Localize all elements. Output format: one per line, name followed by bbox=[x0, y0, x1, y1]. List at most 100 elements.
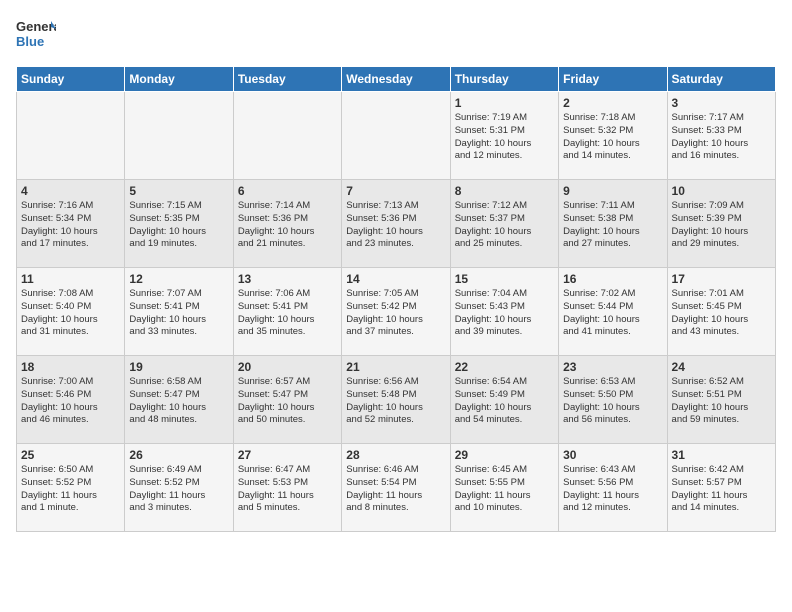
day-number: 29 bbox=[455, 448, 554, 462]
day-info: Sunrise: 6:56 AM Sunset: 5:48 PM Dayligh… bbox=[346, 376, 445, 427]
calendar-table: SundayMondayTuesdayWednesdayThursdayFrid… bbox=[16, 66, 776, 532]
calendar-cell: 15Sunrise: 7:04 AM Sunset: 5:43 PM Dayli… bbox=[450, 268, 558, 356]
day-number: 5 bbox=[129, 184, 228, 198]
day-info: Sunrise: 6:49 AM Sunset: 5:52 PM Dayligh… bbox=[129, 464, 228, 515]
day-number: 26 bbox=[129, 448, 228, 462]
weekday-header-tuesday: Tuesday bbox=[233, 67, 341, 92]
calendar-cell: 24 Sunrise: 6:52 AM Sunset: 5:51 PM Dayli… bbox=[667, 356, 775, 444]
calendar-cell bbox=[125, 92, 233, 180]
day-number: 18 bbox=[21, 360, 120, 374]
calendar-cell: 5 Sunrise: 7:15 AM Sunset: 5:35 PM Daylig… bbox=[125, 180, 233, 268]
day-number: 11 bbox=[21, 272, 120, 286]
calendar-cell bbox=[17, 92, 125, 180]
day-number: 10 bbox=[672, 184, 771, 198]
calendar-cell: 11 Sunrise: 7:08 AM Sunset: 5:40 PM Dayli… bbox=[17, 268, 125, 356]
calendar-cell: 9 Sunrise: 7:11 AM Sunset: 5:38 PM Daylig… bbox=[559, 180, 667, 268]
day-info: Sunrise: 7:12 AM Sunset: 5:37 PM Dayligh… bbox=[455, 200, 554, 251]
day-number: 14 bbox=[346, 272, 445, 286]
calendar-cell: 16 Sunrise: 7:02 AM Sunset: 5:44 PM Dayli… bbox=[559, 268, 667, 356]
day-info: Sunrise: 6:45 AM Sunset: 5:55 PM Dayligh… bbox=[455, 464, 554, 515]
calendar-cell: 25 Sunrise: 6:50 AM Sunset: 5:52 PM Dayli… bbox=[17, 444, 125, 532]
day-number: 3 bbox=[672, 96, 771, 110]
day-info: Sunrise: 6:47 AM Sunset: 5:53 PM Dayligh… bbox=[238, 464, 337, 515]
day-number: 13 bbox=[238, 272, 337, 286]
day-number: 8 bbox=[455, 184, 554, 198]
calendar-cell: 26 Sunrise: 6:49 AM Sunset: 5:52 PM Dayli… bbox=[125, 444, 233, 532]
calendar-week-1: 1Sunrise: 7:19 AM Sunset: 5:31 PM Daylig… bbox=[17, 92, 776, 180]
day-info: Sunrise: 7:07 AM Sunset: 5:41 PM Dayligh… bbox=[129, 288, 228, 339]
calendar-cell: 19Sunrise: 6:58 AM Sunset: 5:47 PM Dayli… bbox=[125, 356, 233, 444]
day-info: Sunrise: 6:57 AM Sunset: 5:47 PM Dayligh… bbox=[238, 376, 337, 427]
day-number: 24 bbox=[672, 360, 771, 374]
weekday-header-friday: Friday bbox=[559, 67, 667, 92]
day-info: Sunrise: 7:02 AM Sunset: 5:44 PM Dayligh… bbox=[563, 288, 662, 339]
day-info: Sunrise: 7:17 AM Sunset: 5:33 PM Dayligh… bbox=[672, 112, 771, 163]
day-number: 17 bbox=[672, 272, 771, 286]
calendar-cell: 23Sunrise: 6:53 AM Sunset: 5:50 PM Dayli… bbox=[559, 356, 667, 444]
weekday-header-thursday: Thursday bbox=[450, 67, 558, 92]
calendar-cell: 12 Sunrise: 7:07 AM Sunset: 5:41 PM Dayli… bbox=[125, 268, 233, 356]
calendar-cell bbox=[342, 92, 450, 180]
day-number: 2 bbox=[563, 96, 662, 110]
calendar-cell: 4 Sunrise: 7:16 AM Sunset: 5:34 PM Daylig… bbox=[17, 180, 125, 268]
day-info: Sunrise: 7:14 AM Sunset: 5:36 PM Dayligh… bbox=[238, 200, 337, 251]
day-info: Sunrise: 7:00 AM Sunset: 5:46 PM Dayligh… bbox=[21, 376, 120, 427]
calendar-week-5: 25 Sunrise: 6:50 AM Sunset: 5:52 PM Dayli… bbox=[17, 444, 776, 532]
page-header: General Blue bbox=[16, 16, 776, 56]
weekday-header-saturday: Saturday bbox=[667, 67, 775, 92]
calendar-week-2: 4 Sunrise: 7:16 AM Sunset: 5:34 PM Daylig… bbox=[17, 180, 776, 268]
day-info: Sunrise: 7:08 AM Sunset: 5:40 PM Dayligh… bbox=[21, 288, 120, 339]
day-info: Sunrise: 7:15 AM Sunset: 5:35 PM Dayligh… bbox=[129, 200, 228, 251]
day-number: 22 bbox=[455, 360, 554, 374]
day-info: Sunrise: 6:46 AM Sunset: 5:54 PM Dayligh… bbox=[346, 464, 445, 515]
day-info: Sunrise: 6:42 AM Sunset: 5:57 PM Dayligh… bbox=[672, 464, 771, 515]
calendar-cell: 1Sunrise: 7:19 AM Sunset: 5:31 PM Daylig… bbox=[450, 92, 558, 180]
calendar-cell: 6 Sunrise: 7:14 AM Sunset: 5:36 PM Daylig… bbox=[233, 180, 341, 268]
calendar-cell: 29 Sunrise: 6:45 AM Sunset: 5:55 PM Dayli… bbox=[450, 444, 558, 532]
calendar-cell: 27 Sunrise: 6:47 AM Sunset: 5:53 PM Dayli… bbox=[233, 444, 341, 532]
calendar-cell bbox=[233, 92, 341, 180]
day-number: 27 bbox=[238, 448, 337, 462]
day-number: 16 bbox=[563, 272, 662, 286]
day-number: 6 bbox=[238, 184, 337, 198]
calendar-cell: 18 Sunrise: 7:00 AM Sunset: 5:46 PM Dayli… bbox=[17, 356, 125, 444]
day-number: 20 bbox=[238, 360, 337, 374]
calendar-cell: 13 Sunrise: 7:06 AM Sunset: 5:41 PM Dayli… bbox=[233, 268, 341, 356]
logo: General Blue bbox=[16, 16, 56, 56]
day-number: 15 bbox=[455, 272, 554, 286]
day-info: Sunrise: 7:09 AM Sunset: 5:39 PM Dayligh… bbox=[672, 200, 771, 251]
weekday-header-wednesday: Wednesday bbox=[342, 67, 450, 92]
calendar-cell: 8 Sunrise: 7:12 AM Sunset: 5:37 PM Daylig… bbox=[450, 180, 558, 268]
calendar-cell: 20 Sunrise: 6:57 AM Sunset: 5:47 PM Dayli… bbox=[233, 356, 341, 444]
day-info: Sunrise: 6:43 AM Sunset: 5:56 PM Dayligh… bbox=[563, 464, 662, 515]
calendar-cell: 22Sunrise: 6:54 AM Sunset: 5:49 PM Dayli… bbox=[450, 356, 558, 444]
logo-icon: General Blue bbox=[16, 16, 56, 56]
day-info: Sunrise: 7:11 AM Sunset: 5:38 PM Dayligh… bbox=[563, 200, 662, 251]
day-info: Sunrise: 7:16 AM Sunset: 5:34 PM Dayligh… bbox=[21, 200, 120, 251]
weekday-header-sunday: Sunday bbox=[17, 67, 125, 92]
day-number: 19 bbox=[129, 360, 228, 374]
weekday-header-row: SundayMondayTuesdayWednesdayThursdayFrid… bbox=[17, 67, 776, 92]
day-info: Sunrise: 7:18 AM Sunset: 5:32 PM Dayligh… bbox=[563, 112, 662, 163]
day-info: Sunrise: 7:06 AM Sunset: 5:41 PM Dayligh… bbox=[238, 288, 337, 339]
day-number: 12 bbox=[129, 272, 228, 286]
day-info: Sunrise: 7:05 AM Sunset: 5:42 PM Dayligh… bbox=[346, 288, 445, 339]
calendar-cell: 10 Sunrise: 7:09 AM Sunset: 5:39 PM Dayli… bbox=[667, 180, 775, 268]
svg-text:General: General bbox=[16, 19, 56, 34]
day-number: 9 bbox=[563, 184, 662, 198]
calendar-cell: 30Sunrise: 6:43 AM Sunset: 5:56 PM Dayli… bbox=[559, 444, 667, 532]
day-info: Sunrise: 6:52 AM Sunset: 5:51 PM Dayligh… bbox=[672, 376, 771, 427]
calendar-cell: 17Sunrise: 7:01 AM Sunset: 5:45 PM Dayli… bbox=[667, 268, 775, 356]
calendar-cell: 7 Sunrise: 7:13 AM Sunset: 5:36 PM Daylig… bbox=[342, 180, 450, 268]
day-info: Sunrise: 6:50 AM Sunset: 5:52 PM Dayligh… bbox=[21, 464, 120, 515]
day-number: 31 bbox=[672, 448, 771, 462]
calendar-cell: 14 Sunrise: 7:05 AM Sunset: 5:42 PM Dayli… bbox=[342, 268, 450, 356]
day-info: Sunrise: 7:13 AM Sunset: 5:36 PM Dayligh… bbox=[346, 200, 445, 251]
svg-text:Blue: Blue bbox=[16, 34, 44, 49]
day-number: 1 bbox=[455, 96, 554, 110]
day-number: 4 bbox=[21, 184, 120, 198]
day-number: 7 bbox=[346, 184, 445, 198]
calendar-cell: 2 Sunrise: 7:18 AM Sunset: 5:32 PM Daylig… bbox=[559, 92, 667, 180]
day-number: 25 bbox=[21, 448, 120, 462]
calendar-cell: 3 Sunrise: 7:17 AM Sunset: 5:33 PM Daylig… bbox=[667, 92, 775, 180]
